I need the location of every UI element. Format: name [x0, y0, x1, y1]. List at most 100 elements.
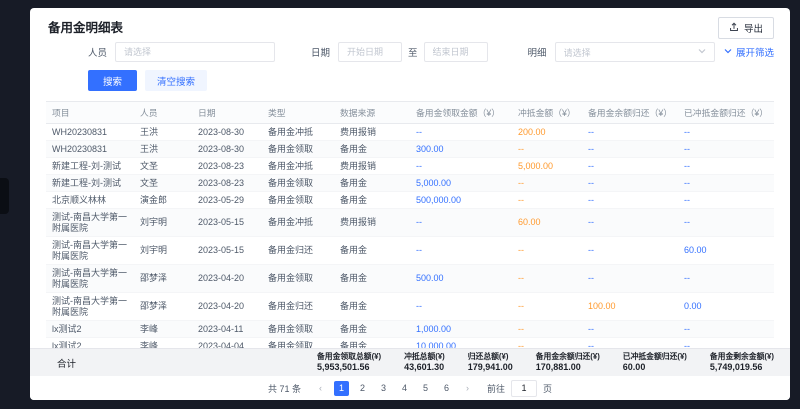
amount-cell: -- — [512, 192, 582, 209]
table-row: lx测试2李峰2023-04-04备用金领取备用金10,000.00------ — [46, 338, 774, 349]
filter-bar: 人员 日期 至 明细 请选择 展开筛选 — [88, 41, 774, 63]
amount-cell: -- — [512, 293, 582, 321]
amount-cell: -- — [582, 192, 678, 209]
chevron-down-icon — [724, 47, 732, 58]
column-header-offset: 冲抵金额（¥） — [512, 102, 582, 124]
table-cell: 2023-04-04 — [192, 338, 262, 349]
table-cell: 测试-南昌大学第一附属医院 — [46, 209, 134, 237]
amount-cell: -- — [512, 237, 582, 265]
table-cell: 2023-05-29 — [192, 192, 262, 209]
table-cell: 费用报销 — [334, 158, 410, 175]
amount-cell: -- — [678, 158, 774, 175]
table-cell: 测试-南昌大学第一附属医院 — [46, 265, 134, 293]
amount-cell: -- — [582, 209, 678, 237]
chevron-down-icon — [698, 47, 706, 58]
action-bar: 搜索 清空搜索 — [88, 70, 774, 92]
table-cell: 刘宇明 — [134, 237, 192, 265]
date-range-separator: 至 — [408, 45, 418, 59]
goto-page-input[interactable] — [511, 380, 537, 397]
amount-cell: 1,000.00 — [410, 321, 512, 338]
table-cell: 备用金冲抵 — [262, 158, 334, 175]
table-cell: 2023-04-20 — [192, 265, 262, 293]
page-button-4[interactable]: 4 — [397, 381, 412, 396]
table-cell: 邵梦泽 — [134, 293, 192, 321]
table-cell: 文圣 — [134, 175, 192, 192]
table-cell: 备用金领取 — [262, 141, 334, 158]
expand-filter-link[interactable]: 展开筛选 — [724, 45, 774, 59]
amount-cell: 5,000.00 — [512, 158, 582, 175]
person-select[interactable] — [115, 42, 275, 62]
prev-page-button[interactable]: ‹ — [313, 381, 328, 396]
column-header-balance-return: 备用金余额归还（¥） — [582, 102, 678, 124]
amount-cell: 500.00 — [410, 265, 512, 293]
column-header-source: 数据来源 — [334, 102, 410, 124]
summary-stat-balance-return: 备用金余额归还(¥) 170,881.00 — [536, 353, 600, 372]
table-cell: 新建工程-刘-测试 — [46, 175, 134, 192]
column-header-received: 备用金领取金额（¥） — [410, 102, 512, 124]
table-cell: 刘宇明 — [134, 209, 192, 237]
pagination: 共 71 条 ‹ 1 2 3 4 5 6 › 前往 页 — [30, 376, 790, 400]
amount-cell: 100.00 — [582, 293, 678, 321]
amount-cell: -- — [582, 141, 678, 158]
table-cell: 费用报销 — [334, 124, 410, 141]
amount-cell: -- — [410, 209, 512, 237]
column-header-offset-return: 已冲抵金额归还（¥） — [678, 102, 774, 124]
person-filter-label: 人员 — [88, 45, 107, 59]
page-button-1[interactable]: 1 — [334, 381, 349, 396]
table-cell: 备用金归还 — [262, 237, 334, 265]
table-cell: 测试-南昌大学第一附属医院 — [46, 237, 134, 265]
page-button-5[interactable]: 5 — [418, 381, 433, 396]
detail-select[interactable]: 请选择 — [555, 42, 715, 62]
table-cell: 2023-08-30 — [192, 141, 262, 158]
detail-filter-label: 明细 — [528, 45, 547, 59]
export-button[interactable]: 导出 — [718, 17, 774, 39]
table-cell: 备用金 — [334, 175, 410, 192]
total-label: 合计 — [57, 356, 317, 370]
table-cell: 备用金 — [334, 192, 410, 209]
amount-cell: 500,000.00 — [410, 192, 512, 209]
summary-stats: 备用金领取总额(¥) 5,953,501.56 冲抵总额(¥) 43,601.3… — [317, 353, 774, 372]
summary-stat-return-total: 归还总额(¥) 179,941.00 — [468, 353, 513, 372]
summary-stat-offset-total: 冲抵总额(¥) 43,601.30 — [404, 353, 445, 372]
card-header: 备用金明细表 导出 — [30, 8, 790, 38]
goto-page-label: 前往 — [487, 382, 505, 395]
page-title: 备用金明细表 — [48, 17, 123, 36]
amount-cell: 60.00 — [512, 209, 582, 237]
amount-cell: -- — [678, 321, 774, 338]
amount-cell: 300.00 — [410, 141, 512, 158]
table-cell: 2023-08-30 — [192, 124, 262, 141]
table-cell: 备用金领取 — [262, 265, 334, 293]
amount-cell: -- — [512, 321, 582, 338]
clear-search-button[interactable]: 清空搜索 — [145, 70, 207, 91]
table-cell: 测试-南昌大学第一附属医院 — [46, 293, 134, 321]
table-row: 测试-南昌大学第一附属医院刘宇明2023-05-15备用金归还备用金------… — [46, 237, 774, 265]
table-cell: lx测试2 — [46, 338, 134, 349]
table-cell: 李峰 — [134, 321, 192, 338]
date-end-input[interactable] — [424, 42, 488, 62]
table-row: lx测试2李峰2023-04-11备用金领取备用金1,000.00------ — [46, 321, 774, 338]
table-row: 测试-南昌大学第一附属医院刘宇明2023-05-15备用金冲抵费用报销--60.… — [46, 209, 774, 237]
table-cell: 王洪 — [134, 124, 192, 141]
table-cell: 备用金 — [334, 321, 410, 338]
amount-cell: -- — [678, 209, 774, 237]
amount-cell: -- — [678, 175, 774, 192]
next-page-button[interactable]: › — [460, 381, 475, 396]
page-button-3[interactable]: 3 — [376, 381, 391, 396]
page-button-6[interactable]: 6 — [439, 381, 454, 396]
table-cell: 备用金 — [334, 141, 410, 158]
search-button[interactable]: 搜索 — [88, 70, 137, 91]
table-cell: 备用金冲抵 — [262, 209, 334, 237]
table-cell: 北京顺义林林 — [46, 192, 134, 209]
drawer-toggle[interactable] — [0, 178, 9, 214]
amount-cell: -- — [410, 237, 512, 265]
page-button-2[interactable]: 2 — [355, 381, 370, 396]
amount-cell: 200.00 — [512, 124, 582, 141]
table-cell: 备用金 — [334, 265, 410, 293]
table-cell: 2023-05-15 — [192, 209, 262, 237]
export-icon — [729, 22, 739, 35]
table-cell: 2023-05-15 — [192, 237, 262, 265]
date-start-input[interactable] — [338, 42, 402, 62]
column-header-person: 人员 — [134, 102, 192, 124]
amount-cell: 10,000.00 — [410, 338, 512, 349]
table-cell: 备用金领取 — [262, 175, 334, 192]
